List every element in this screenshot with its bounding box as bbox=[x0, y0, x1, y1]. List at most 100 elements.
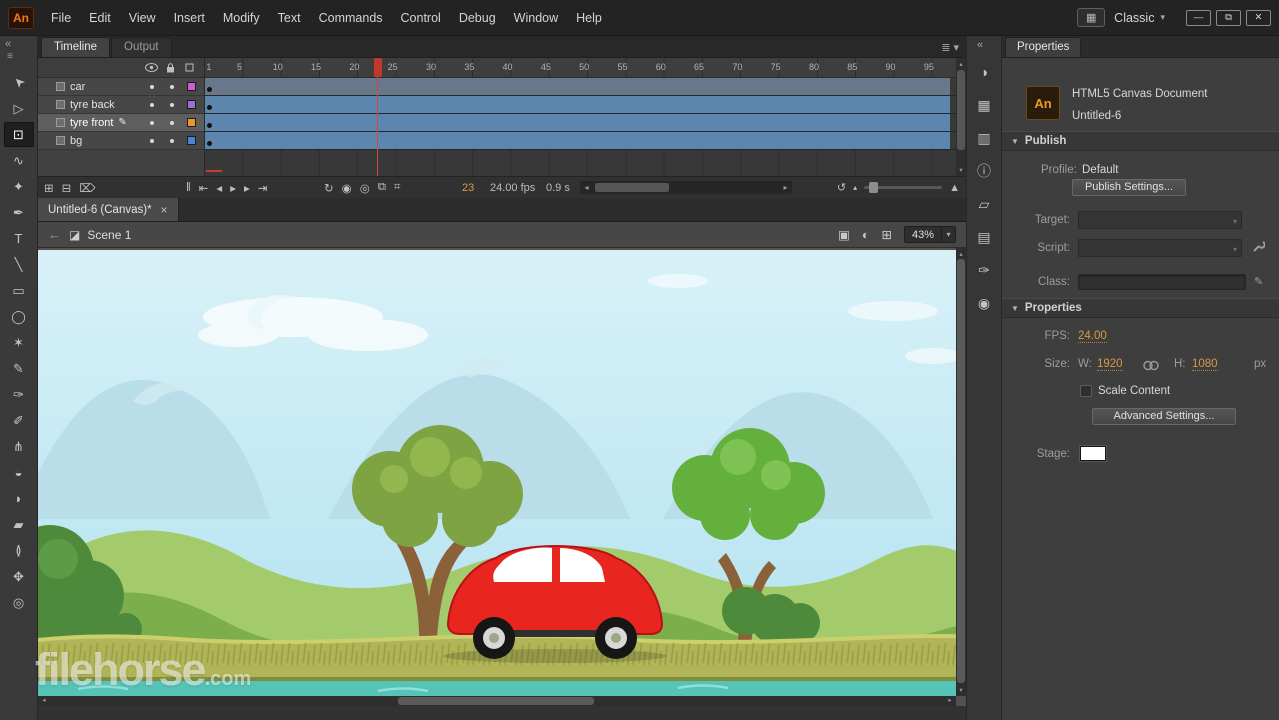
outline-color-icon[interactable] bbox=[185, 63, 194, 72]
layer-row[interactable]: bg bbox=[38, 132, 204, 150]
next-frame-icon[interactable]: ▸ bbox=[244, 181, 250, 195]
advanced-settings-button[interactable]: Advanced Settings... bbox=[1092, 408, 1236, 425]
link-dimensions-icon[interactable] bbox=[1142, 360, 1160, 371]
magic-wand-tool[interactable]: ✦ bbox=[4, 174, 34, 199]
menu-item-help[interactable]: Help bbox=[567, 0, 611, 35]
layer-lock-dot[interactable] bbox=[170, 103, 174, 107]
edit-class-pencil-icon[interactable]: ✎ bbox=[1254, 275, 1263, 288]
timeline-zoom-slider[interactable] bbox=[864, 186, 942, 189]
reset-timeline-zoom-icon[interactable]: ↺ bbox=[837, 181, 846, 194]
layer-visible-dot[interactable] bbox=[150, 85, 154, 89]
scroll-left-icon[interactable]: ◂ bbox=[580, 183, 593, 192]
menu-item-control[interactable]: Control bbox=[392, 0, 450, 35]
class-input[interactable] bbox=[1078, 274, 1246, 290]
components-panel-icon[interactable]: ◉ bbox=[972, 291, 996, 315]
tab-output[interactable]: Output bbox=[111, 37, 172, 57]
text-tool[interactable]: T bbox=[4, 226, 34, 251]
publish-section-header[interactable]: ▼Publish bbox=[1002, 131, 1279, 151]
frame-scrollbar[interactable]: ◂ ▸ bbox=[580, 181, 792, 194]
frame-row[interactable] bbox=[205, 114, 956, 132]
current-frame-field[interactable]: 23 bbox=[462, 182, 474, 194]
target-dropdown[interactable]: ▾ bbox=[1078, 211, 1242, 229]
paint-brush-tool[interactable]: ✐ bbox=[4, 408, 34, 433]
modify-markers-icon[interactable]: ⌗ bbox=[394, 181, 400, 194]
frame-rate-field[interactable]: 24.00 fps bbox=[490, 182, 535, 194]
layer-row[interactable]: tyre front✎ bbox=[38, 114, 204, 132]
layer-lock-dot[interactable] bbox=[170, 121, 174, 125]
pen-tool[interactable]: ✒ bbox=[4, 200, 34, 225]
swatches-panel-icon[interactable]: ▦ bbox=[972, 93, 996, 117]
scroll-left-icon[interactable]: ◂ bbox=[38, 696, 50, 706]
tab-properties[interactable]: Properties bbox=[1005, 37, 1081, 57]
timeline-vertical-scrollbar[interactable]: ▴ ▾ bbox=[956, 58, 966, 176]
scroll-down-icon[interactable]: ▾ bbox=[956, 166, 966, 174]
menu-item-debug[interactable]: Debug bbox=[450, 0, 505, 35]
menu-item-edit[interactable]: Edit bbox=[80, 0, 120, 35]
zoom-dropdown[interactable]: 43% ▾ bbox=[904, 226, 956, 243]
frame-row[interactable] bbox=[205, 132, 956, 150]
expand-panels-icon[interactable]: « bbox=[977, 39, 983, 51]
zoom-tool[interactable]: ◎ bbox=[4, 590, 34, 615]
app-logo[interactable]: An bbox=[8, 7, 34, 29]
menu-item-text[interactable]: Text bbox=[269, 0, 310, 35]
oval-tool[interactable]: ◯ bbox=[4, 304, 34, 329]
brush-library-panel-icon[interactable]: ✑ bbox=[972, 258, 996, 282]
onion-outline-icon[interactable]: ◎ bbox=[360, 181, 370, 195]
stage-color-swatch[interactable] bbox=[1080, 446, 1106, 461]
new-folder-icon[interactable]: ⊟ bbox=[62, 181, 72, 195]
layer-row[interactable]: tyre back bbox=[38, 96, 204, 114]
transform-panel-icon[interactable]: ▱ bbox=[972, 192, 996, 216]
playhead[interactable] bbox=[374, 58, 382, 176]
timeline-panel-menu-icon[interactable]: ≣ ▾ bbox=[941, 41, 959, 54]
prev-frame-icon[interactable]: ◂ bbox=[216, 181, 222, 195]
align-panel-icon[interactable]: ▥ bbox=[972, 126, 996, 150]
pencil-tool[interactable]: ✎ bbox=[4, 356, 34, 381]
onion-skin-icon[interactable]: ◉ bbox=[342, 181, 352, 195]
layer-visible-dot[interactable] bbox=[150, 139, 154, 143]
workspace-dropdown[interactable]: Classic ▾ bbox=[1114, 11, 1165, 25]
eyedropper-tool[interactable]: ◗ bbox=[4, 486, 34, 511]
back-arrow-icon[interactable]: ← bbox=[48, 227, 61, 242]
workspace-switcher-icon[interactable]: ▦ bbox=[1077, 8, 1105, 27]
play-icon[interactable]: ▸ bbox=[230, 181, 236, 195]
color-panel-icon[interactable]: ◑ bbox=[972, 60, 996, 84]
stage-canvas[interactable] bbox=[38, 250, 956, 696]
layer-row[interactable]: car bbox=[38, 78, 204, 96]
free-transform-tool[interactable]: ⊡ bbox=[4, 122, 34, 147]
clip-content-icon[interactable]: ⊞ bbox=[881, 227, 891, 242]
zoom-out-frames-icon[interactable]: ▴ bbox=[853, 183, 857, 192]
layer-visible-dot[interactable] bbox=[150, 103, 154, 107]
scrollbar-thumb[interactable] bbox=[398, 697, 594, 705]
width-tool[interactable]: ≬ bbox=[4, 538, 34, 563]
slider-handle[interactable] bbox=[869, 182, 878, 193]
menu-item-modify[interactable]: Modify bbox=[214, 0, 269, 35]
edit-multiple-frames-icon[interactable]: ⧉ bbox=[378, 181, 386, 194]
scroll-right-icon[interactable]: ▸ bbox=[779, 183, 792, 192]
scroll-up-icon[interactable]: ▴ bbox=[956, 250, 966, 258]
frame-scroll-track[interactable] bbox=[593, 181, 779, 194]
frames-area[interactable]: 15101520253035404550556065707580859095 bbox=[205, 58, 956, 176]
camera-icon[interactable]: ▣ bbox=[838, 227, 850, 242]
restore-button[interactable]: ⧉ bbox=[1216, 10, 1241, 26]
fps-value[interactable]: 24.00 bbox=[1078, 330, 1107, 343]
show-hide-eye-icon[interactable] bbox=[145, 63, 158, 72]
paint-bucket-tool[interactable]: ◒ bbox=[4, 460, 34, 485]
scroll-right-icon[interactable]: ▸ bbox=[944, 696, 956, 706]
wrench-icon[interactable] bbox=[1252, 240, 1265, 253]
close-document-icon[interactable]: × bbox=[161, 203, 168, 217]
library-panel-icon[interactable]: ▤ bbox=[972, 225, 996, 249]
scroll-up-icon[interactable]: ▴ bbox=[956, 60, 966, 68]
stage-horizontal-scrollbar[interactable]: ◂ ▸ bbox=[38, 696, 956, 706]
width-value[interactable]: 1920 bbox=[1097, 358, 1123, 371]
layer-lock-dot[interactable] bbox=[170, 139, 174, 143]
close-button[interactable]: ✕ bbox=[1246, 10, 1271, 26]
scrollbar-thumb[interactable] bbox=[595, 183, 669, 192]
delete-layer-icon[interactable]: ⌦ bbox=[79, 181, 95, 195]
stage-vertical-scrollbar[interactable]: ▴ ▾ bbox=[956, 248, 966, 696]
menu-item-commands[interactable]: Commands bbox=[310, 0, 392, 35]
zoom-in-frames-icon[interactable]: ▲ bbox=[949, 182, 960, 194]
brush-tool[interactable]: ✑ bbox=[4, 382, 34, 407]
pause-icon[interactable]: ‖ bbox=[186, 182, 191, 194]
info-panel-icon[interactable]: ⓘ bbox=[972, 159, 996, 183]
lock-icon[interactable] bbox=[166, 63, 175, 73]
